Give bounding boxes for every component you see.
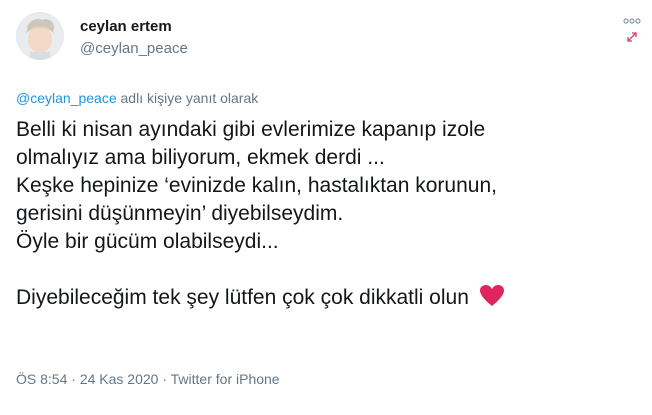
avatar[interactable] [16,12,64,60]
tweet-line: olmalıyız ama biliyorum, ekmek derdi ... [16,146,385,169]
tweet-card: ceylan ertem @ceylan_peace @ceylan_peace… [0,0,652,415]
reply-context: @ceylan_peace adlı kişiye yanıt olarak [16,90,258,106]
tweet-line: Keşke hepinize ‘evinizde kalın, hastalık… [16,174,497,197]
reply-mention-link[interactable]: @ceylan_peace [16,90,117,106]
display-name[interactable]: ceylan ertem [80,18,172,35]
tweet-source[interactable]: Twitter for iPhone [171,371,280,387]
reply-context-text: adlı kişiye yanıt olarak [116,90,259,106]
tweet-line-text: Diyebileceğim tek şey lütfen çok çok dik… [16,286,469,309]
tweet-line-last: Diyebileceğim tek şey lütfen çok çok dik… [16,284,636,312]
heart-icon [479,284,505,308]
tweet-line: Öyle bir gücüm olabilseydi... [16,230,279,253]
tweet-date[interactable]: 24 Kas 2020 [80,371,159,387]
meta-separator: · [158,371,171,387]
tweet-text: Belli ki nisan ayındaki gibi evlerimize … [16,116,636,312]
tweet-meta: ÖS 8:54 · 24 Kas 2020 · Twitter for iPho… [16,371,280,387]
user-handle[interactable]: @ceylan_peace [80,40,188,57]
tweet-line: Belli ki nisan ayındaki gibi evlerimize … [16,118,486,141]
tweet-time[interactable]: ÖS 8:54 [16,371,67,387]
meta-separator: · [67,371,80,387]
expand-icon[interactable] [622,30,642,44]
tweet-line: gerisini düşünmeyin’ diyebilseydim. [16,202,344,225]
